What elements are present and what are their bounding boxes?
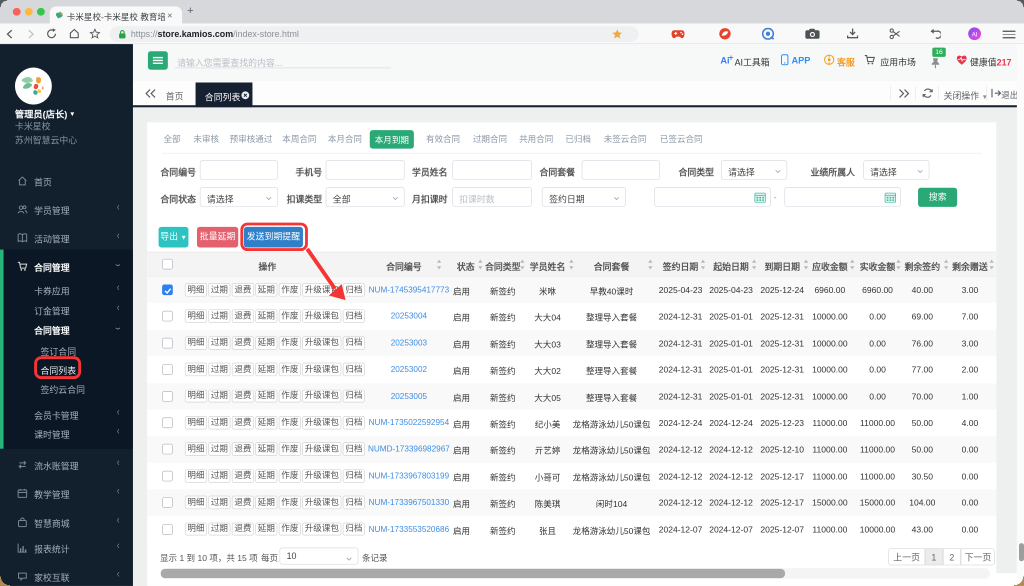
svg-text:Ai: Ai (720, 55, 729, 65)
svg-text:AI: AI (972, 32, 978, 38)
